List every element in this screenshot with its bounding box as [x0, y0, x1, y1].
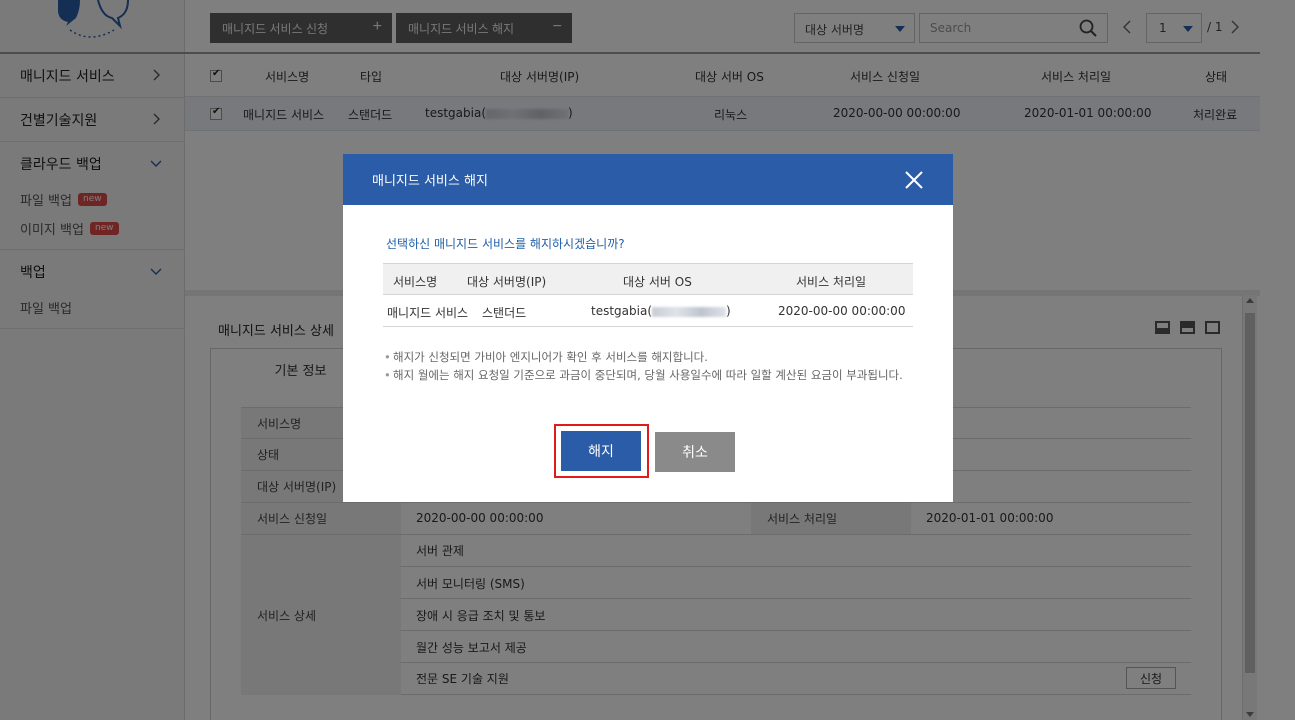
dialog-question: 선택하신 매니지드 서비스를 해지하시겠습니까? — [386, 237, 625, 251]
note-item: 해지 월에는 해지 요청일 기준으로 과금이 중단되며, 당월 사용일수에 따라… — [384, 366, 914, 384]
col-header: 서비스 처리일 — [796, 275, 867, 289]
server-name-end: ) — [726, 304, 731, 318]
dialog-title: 매니지드 서비스 해지 — [372, 174, 488, 189]
close-icon[interactable] — [903, 169, 925, 191]
col-header: 서비스명 — [393, 275, 438, 289]
cell-type: 스탠더드 — [482, 306, 527, 320]
cell-processed-date: 2020-00-00 00:00:00 — [778, 304, 906, 318]
col-header: 대상 서버 OS — [623, 275, 692, 289]
dialog-table-row: 매니지드 서비스 스탠더드 testgabia() 2020-00-00 00:… — [383, 295, 913, 327]
cell-server: testgabia() — [591, 304, 731, 318]
confirm-cancel-button[interactable]: 해지 — [561, 431, 641, 471]
cell-service-name: 매니지드 서비스 — [387, 306, 469, 320]
masked-ip — [652, 306, 727, 317]
dialog-notes: 해지가 신청되면 가비아 엔지니어가 확인 후 서비스를 해지합니다. 해지 월… — [384, 348, 914, 384]
cancel-service-dialog: 매니지드 서비스 해지 선택하신 매니지드 서비스를 해지하시겠습니까? 서비스… — [343, 154, 953, 502]
col-header: 대상 서버명(IP) — [467, 275, 547, 289]
dialog-header: 매니지드 서비스 해지 — [343, 154, 953, 205]
dismiss-button[interactable]: 취소 — [655, 432, 735, 472]
dialog-table-header: 서비스명 대상 서버명(IP) 대상 서버 OS 서비스 처리일 — [383, 263, 913, 295]
note-item: 해지가 신청되면 가비아 엔지니어가 확인 후 서비스를 해지합니다. — [384, 348, 914, 366]
server-name-text: testgabia( — [591, 304, 653, 318]
